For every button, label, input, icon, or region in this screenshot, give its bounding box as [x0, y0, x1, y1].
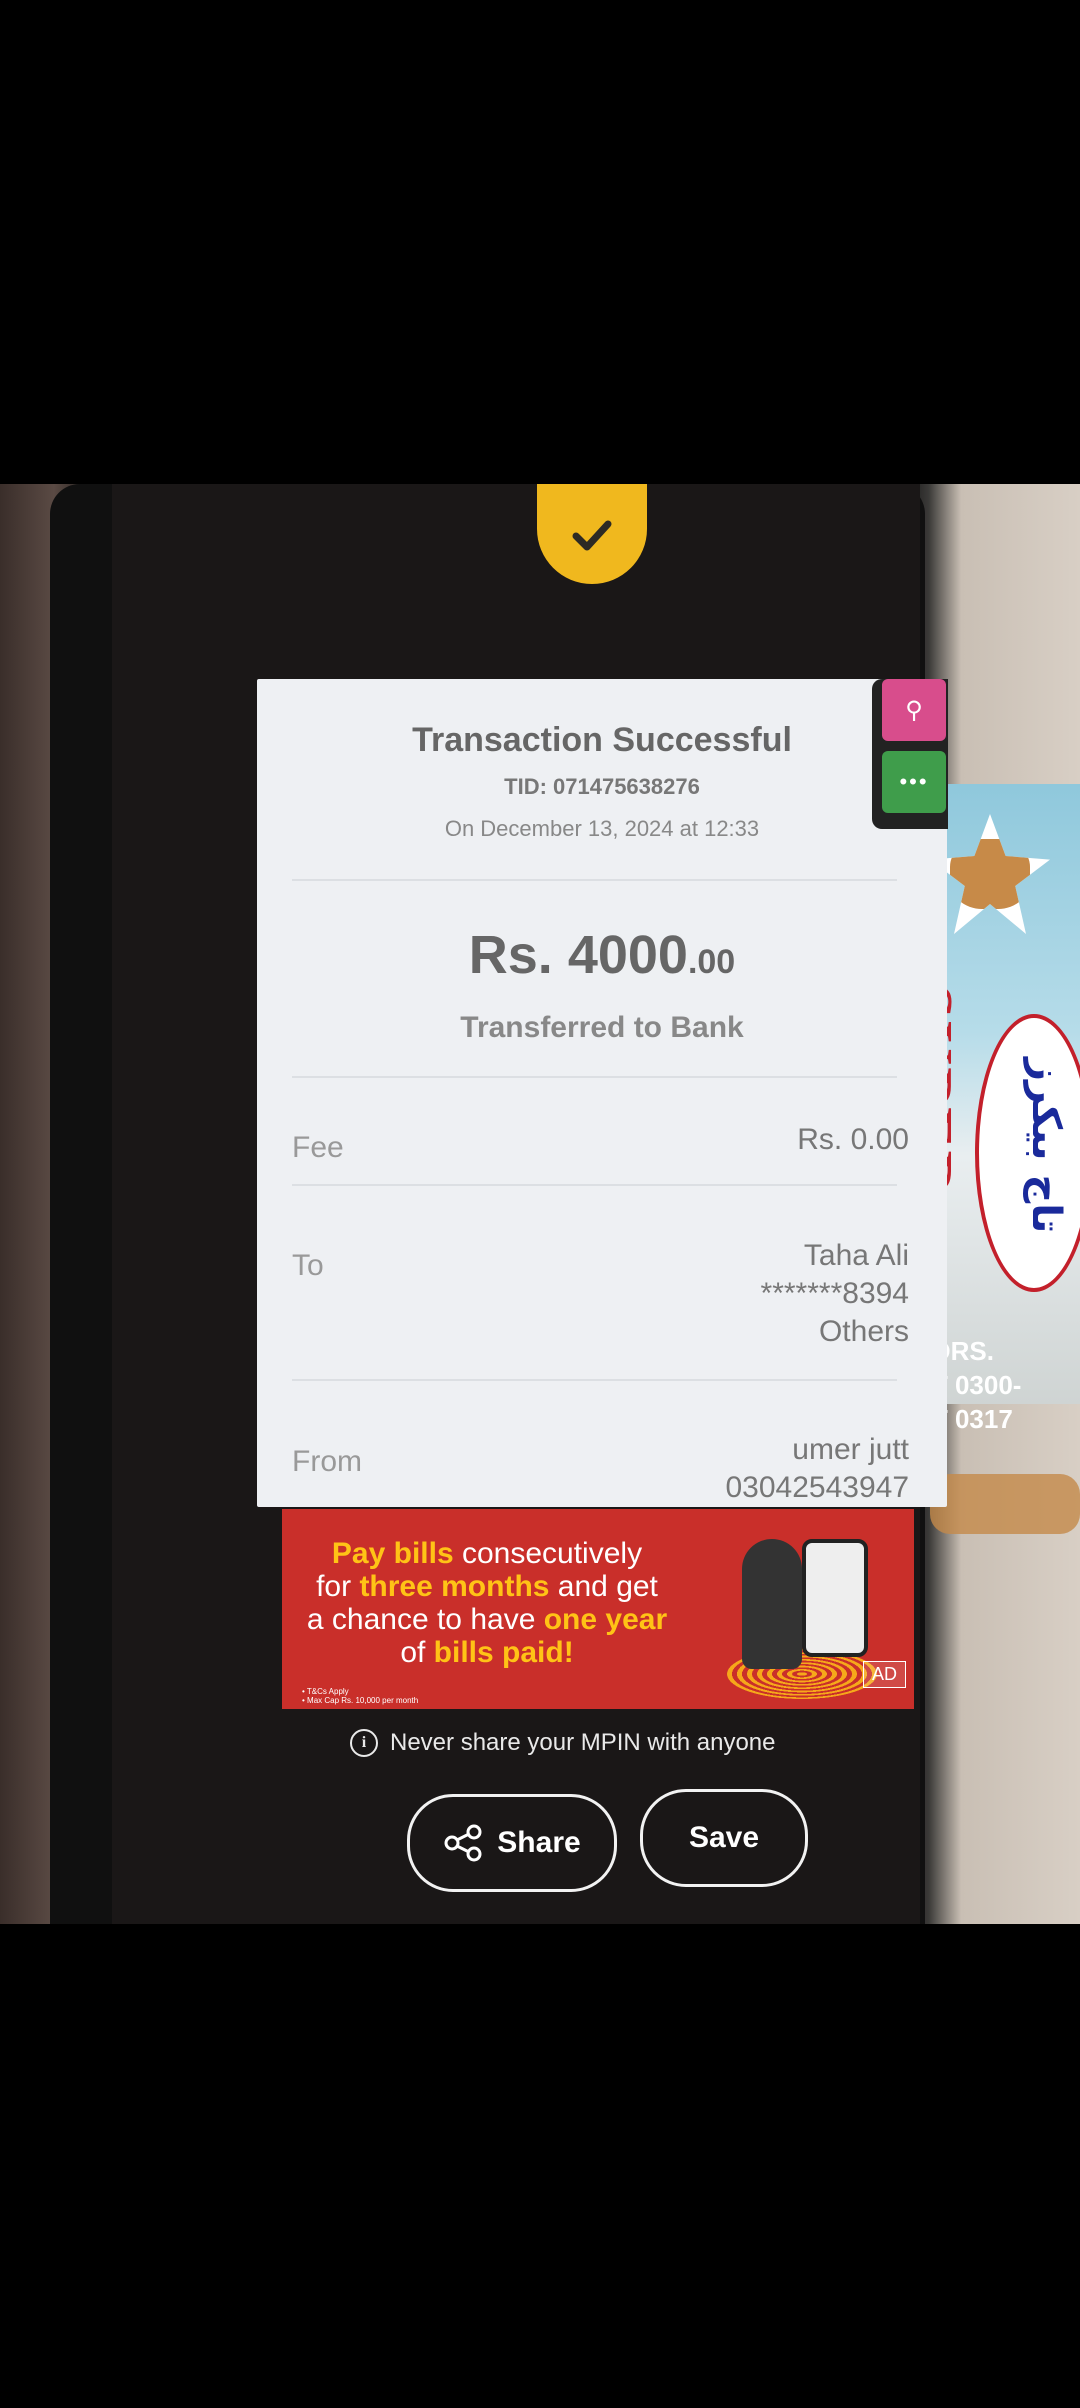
package-biscuits [930, 1474, 1080, 1534]
receipt-actions: ⚲ ••• [872, 679, 948, 829]
recipient-account: *******8394 [760, 1277, 909, 1310]
ad-text-part: a chance to have [306, 1603, 544, 1636]
ad-person-image [742, 1539, 802, 1669]
phone-screen: Transaction Successful TID: 071475638276… [112, 484, 948, 1924]
to-label: To [292, 1249, 324, 1282]
ad-fine-print: • T&Cs Apply • Max Cap Rs. 10,000 per mo… [302, 1687, 418, 1705]
ad-fine-line: • Max Cap Rs. 10,000 per month [302, 1696, 419, 1705]
divider [292, 1379, 897, 1381]
ad-highlight: bills paid! [433, 1636, 574, 1669]
ad-text-part: for [316, 1570, 360, 1603]
ad-fine-line: • T&Cs Apply [302, 1687, 349, 1696]
ad-text-part: and get [549, 1570, 658, 1603]
info-icon: i [350, 1729, 378, 1757]
amount: Rs. 4000.00 [257, 924, 947, 986]
more-button[interactable]: ••• [882, 751, 946, 813]
notice-text: Never share your MPIN with anyone [390, 1729, 776, 1756]
ad-phone-image [802, 1539, 868, 1657]
ad-banner[interactable]: Pay bills consecutively for three months… [282, 1509, 914, 1709]
amount-decimal: .00 [687, 943, 736, 981]
package-urdu-text: تاج بیکرز [1023, 1058, 1069, 1234]
save-label: Save [688, 1821, 760, 1854]
from-label: From [292, 1445, 362, 1478]
ad-highlight: one year [543, 1603, 668, 1636]
recipient-name: Taha Ali [803, 1239, 909, 1272]
fee-label: Fee [292, 1131, 344, 1164]
success-badge [537, 484, 647, 584]
divider [292, 1184, 897, 1186]
divider [292, 1076, 897, 1078]
ad-text: Pay bills consecutively for three months… [297, 1537, 677, 1669]
sender-details: umer jutt 03042543947 [725, 1431, 909, 1507]
save-button[interactable]: Save [640, 1789, 808, 1887]
ad-highlight: three months [359, 1570, 550, 1603]
check-icon [572, 520, 612, 551]
ad-text-part: of [400, 1636, 434, 1669]
photo-scene: SUPER تاج بیکرز TORS. AT 0300- AT 0317 T… [0, 484, 1080, 1924]
transaction-date: On December 13, 2024 at 12:33 [444, 816, 760, 841]
share-icon [444, 1824, 482, 1862]
zoom-button[interactable]: ⚲ [882, 679, 946, 741]
ad-highlight: Pay bills [331, 1537, 454, 1570]
phone-body: Transaction Successful TID: 071475638276… [50, 484, 948, 1924]
share-label: Share [497, 1826, 581, 1859]
recipient-details: Taha Ali *******8394 Others [761, 1237, 909, 1351]
ad-text-part: consecutively [453, 1537, 643, 1570]
recipient-bank: Others [818, 1315, 909, 1348]
security-notice: i Never share your MPIN with anyone [350, 1729, 776, 1757]
sender-name: umer jutt [792, 1433, 909, 1466]
amount-main: Rs. 4000 [468, 925, 688, 985]
fee-value: Rs. 0.00 [797, 1123, 909, 1156]
share-button[interactable]: Share [407, 1794, 617, 1892]
sender-number: 03042543947 [725, 1471, 909, 1504]
transaction-id: TID: 071475638276 [504, 774, 700, 799]
receipt-title: Transaction Successful [412, 721, 792, 759]
divider [292, 879, 897, 881]
zoom-icon: ⚲ [905, 696, 923, 724]
ad-tag: AD [862, 1661, 906, 1688]
transfer-type: Transferred to Bank [460, 1011, 744, 1044]
more-icon: ••• [899, 769, 929, 794]
receipt-card: Transaction Successful TID: 071475638276… [257, 679, 947, 1507]
